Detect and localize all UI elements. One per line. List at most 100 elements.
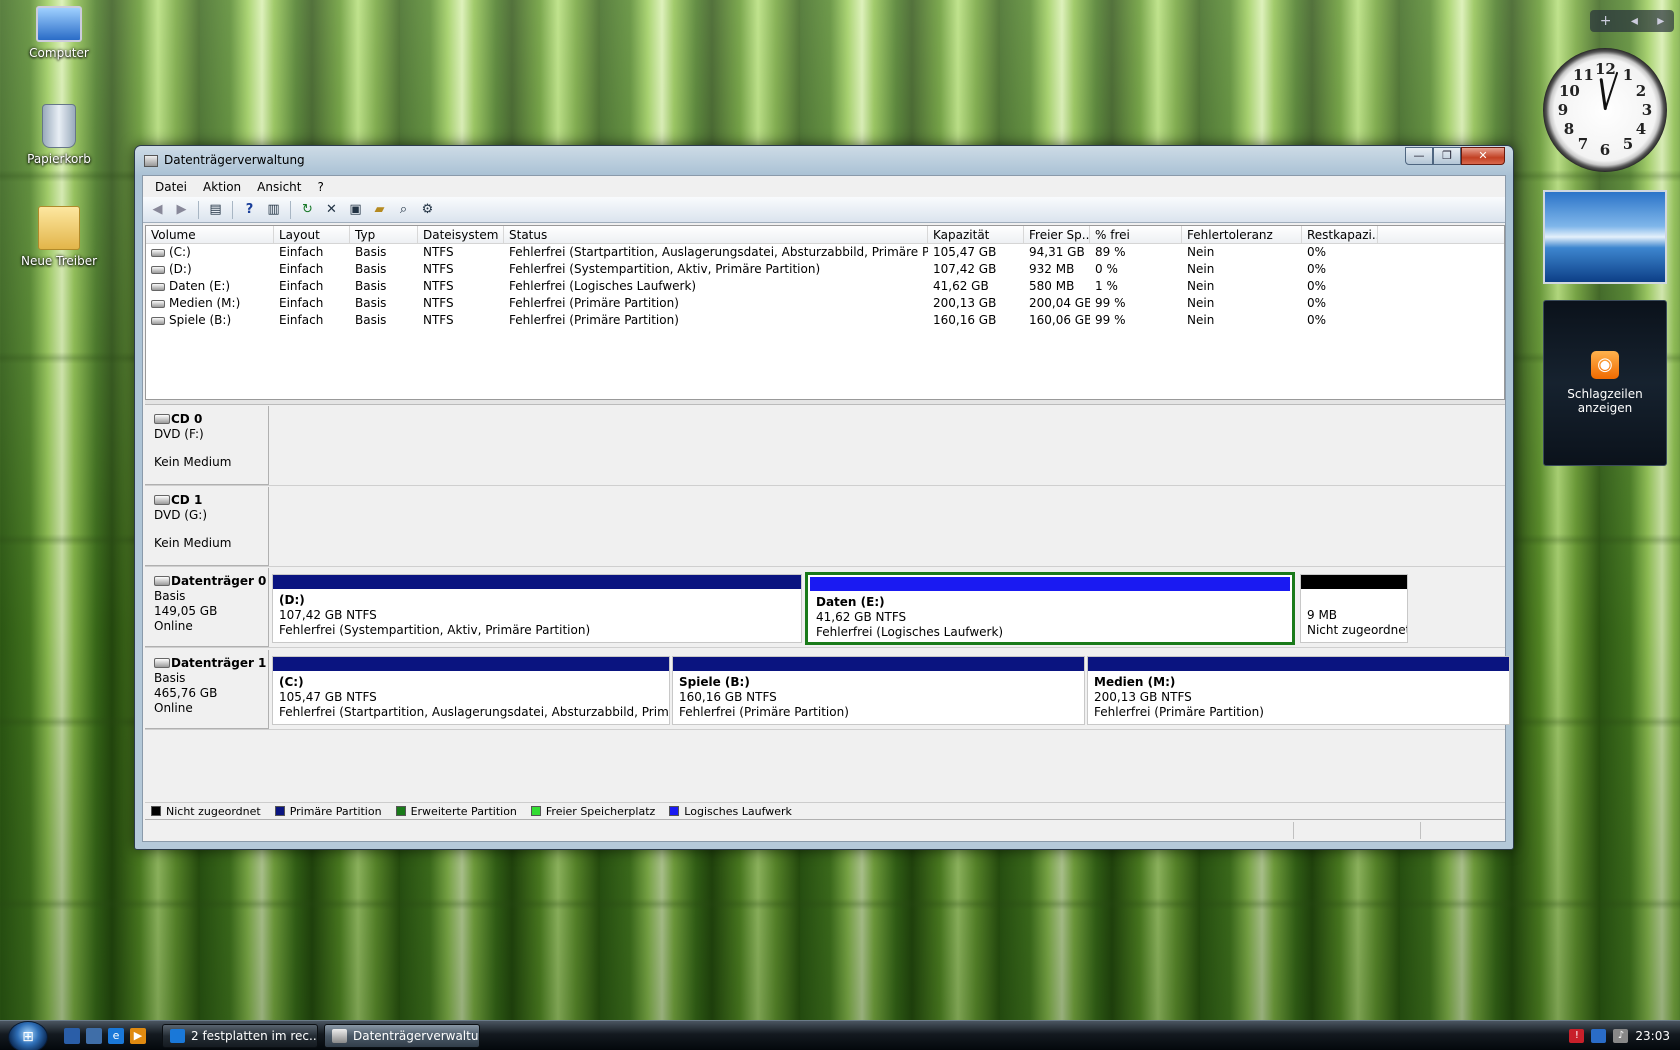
column-header-filesystem[interactable]: Dateisystem <box>418 226 504 243</box>
volume-name: (D:) <box>169 262 192 276</box>
disk-status: Kein Medium <box>154 536 232 550</box>
volume-icon[interactable]: ♪ <box>1613 1029 1629 1043</box>
minimize-button[interactable]: — <box>1405 147 1433 165</box>
disk-type: Basis <box>154 671 186 685</box>
start-button[interactable]: ⊞ <box>8 1021 48 1050</box>
drive-icon <box>151 317 165 325</box>
extended-partition[interactable]: Daten (E:) 41,62 GB NTFS Fehlerfrei (Log… <box>805 572 1295 645</box>
column-header-capacity[interactable]: Kapazität <box>928 226 1024 243</box>
disk-row-disk0[interactable]: Datenträger 0 Basis 149,05 GB Online (D:… <box>145 568 1505 648</box>
partition-size: 105,47 GB NTFS <box>279 690 377 704</box>
table-cell: 99 % <box>1095 296 1126 310</box>
disk-row-disk1[interactable]: Datenträger 1 Basis 465,76 GB Online (C:… <box>145 650 1510 730</box>
table-row[interactable]: Medien (M:) Einfach Basis NTFS Fehlerfre… <box>146 295 1504 312</box>
table-cell-volume: Spiele (B:) <box>146 312 274 329</box>
table-cell: 932 MB <box>1029 262 1075 276</box>
table-cell: 0% <box>1307 262 1327 276</box>
disk-row-cd0[interactable]: CD 0 DVD (F:) Kein Medium <box>145 406 1505 486</box>
feed-headlines-gadget[interactable]: ◉ Schlagzeilen anzeigen <box>1543 300 1667 466</box>
taskbar-button-disk-management[interactable]: Datenträgerverwaltu... <box>324 1024 480 1048</box>
slideshow-gadget[interactable] <box>1543 190 1667 284</box>
forward-arrow-icon[interactable]: ▶ <box>171 200 192 220</box>
sidebar-prev-button[interactable]: ◂ <box>1631 13 1638 29</box>
network-icon[interactable] <box>1591 1029 1607 1043</box>
unallocated-space[interactable]: 9 MB Nicht zugeordnet <box>1300 574 1408 643</box>
show-desktop-icon[interactable] <box>64 1028 80 1044</box>
menu-help[interactable]: ? <box>309 180 331 194</box>
disk-label[interactable]: CD 1 DVD (G:) Kein Medium <box>145 487 269 566</box>
close-button[interactable]: ✕ <box>1461 147 1505 165</box>
disk-label[interactable]: Datenträger 0 Basis 149,05 GB Online <box>145 568 269 647</box>
taskbar-button-browser[interactable]: 2 festplatten im rec... <box>162 1024 318 1048</box>
maximize-button[interactable]: ❐ <box>1433 147 1461 165</box>
disk-name: CD 1 <box>171 493 203 507</box>
disk-graphical-view: CD 0 DVD (F:) Kein Medium CD 1 DVD (G:) … <box>145 406 1510 798</box>
back-arrow-icon[interactable]: ◀ <box>147 200 168 220</box>
window-titlebar[interactable]: Datenträgerverwaltung — ❐ ✕ <box>135 146 1513 176</box>
switch-windows-icon[interactable] <box>86 1028 102 1044</box>
column-header-free-space[interactable]: Freier Sp... <box>1024 226 1090 243</box>
table-cell: NTFS <box>423 279 454 293</box>
delete-icon[interactable]: ✕ <box>321 200 342 220</box>
partition-m[interactable]: Medien (M:) 200,13 GB NTFS Fehlerfrei (P… <box>1087 656 1510 725</box>
clock-number: 9 <box>1557 101 1569 119</box>
media-player-icon[interactable]: ▶ <box>130 1028 146 1044</box>
clock-gadget[interactable]: 12 1 2 3 4 5 6 7 8 9 10 11 <box>1543 48 1667 172</box>
open-icon[interactable]: ▰ <box>369 200 390 220</box>
column-header-fault-tolerance[interactable]: Fehlertoleranz <box>1182 226 1302 243</box>
partition-e[interactable]: Daten (E:) 41,62 GB NTFS Fehlerfrei (Log… <box>810 577 1290 640</box>
column-header-type[interactable]: Typ <box>350 226 418 243</box>
menu-ansicht[interactable]: Ansicht <box>249 180 309 194</box>
table-row[interactable]: (C:) Einfach Basis NTFS Fehlerfrei (Star… <box>146 244 1504 261</box>
pane-splitter[interactable] <box>145 400 1505 405</box>
settings-icon[interactable]: ⚙ <box>417 200 438 220</box>
sidebar-next-button[interactable]: ▸ <box>1657 13 1664 29</box>
desktop-icon-computer[interactable]: Computer <box>14 6 104 60</box>
desktop-icon-recycle-bin[interactable]: Papierkorb <box>14 104 104 166</box>
table-cell: Basis <box>355 296 387 310</box>
table-row[interactable]: (D:) Einfach Basis NTFS Fehlerfrei (Syst… <box>146 261 1504 278</box>
table-row[interactable]: Spiele (B:) Einfach Basis NTFS Fehlerfre… <box>146 312 1504 329</box>
table-cell: Einfach <box>279 262 324 276</box>
column-header-layout[interactable]: Layout <box>274 226 350 243</box>
partition-status: Fehlerfrei (Primäre Partition) <box>1094 705 1264 719</box>
legend-swatch <box>395 806 406 816</box>
partition-status: Fehlerfrei (Logisches Laufwerk) <box>816 625 1004 639</box>
column-header-overhead[interactable]: Restkapazi... <box>1302 226 1378 243</box>
console-tree-icon[interactable]: ▤ <box>205 200 226 220</box>
disk-status: Kein Medium <box>154 455 232 469</box>
column-header-volume[interactable]: Volume <box>146 226 274 243</box>
drive-icon <box>151 266 165 274</box>
disk-label-spacer <box>154 523 268 536</box>
partition-name: Medien (M:) <box>1094 675 1176 689</box>
disk-row-cd1[interactable]: CD 1 DVD (G:) Kein Medium <box>145 487 1505 567</box>
disk-name: Datenträger 0 <box>171 574 267 588</box>
refresh-icon[interactable]: ↻ <box>297 200 318 220</box>
partition-bar-primary <box>1088 657 1509 671</box>
help-icon[interactable]: ? <box>239 200 260 220</box>
action-pane-icon[interactable]: ▥ <box>263 200 284 220</box>
desktop-icon-new-drivers[interactable]: Neue Treiber <box>14 206 104 268</box>
column-header-percent-free[interactable]: % frei <box>1090 226 1182 243</box>
menu-datei[interactable]: Datei <box>147 180 195 194</box>
partition-d[interactable]: (D:) 107,42 GB NTFS Fehlerfrei (Systempa… <box>272 574 802 643</box>
table-cell: 105,47 GB <box>933 245 997 259</box>
tray-clock[interactable]: 23:03 <box>1635 1029 1670 1043</box>
explore-icon[interactable]: ⌕ <box>393 200 414 220</box>
partition-b[interactable]: Spiele (B:) 160,16 GB NTFS Fehlerfrei (P… <box>672 656 1085 725</box>
security-alert-icon[interactable]: ! <box>1569 1029 1585 1043</box>
properties-icon[interactable]: ▣ <box>345 200 366 220</box>
partition-c[interactable]: (C:) 105,47 GB NTFS Fehlerfrei (Startpar… <box>272 656 670 725</box>
internet-explorer-icon[interactable]: e <box>108 1028 124 1044</box>
sidebar-controls: + ◂ ▸ <box>1590 10 1674 32</box>
disk-label[interactable]: Datenträger 1 Basis 465,76 GB Online <box>145 650 269 729</box>
menu-aktion[interactable]: Aktion <box>195 180 249 194</box>
table-cell-volume: Medien (M:) <box>146 295 274 312</box>
taskbar-button-label: Datenträgerverwaltu... <box>353 1029 480 1043</box>
table-cell-volume: (C:) <box>146 244 274 261</box>
add-gadget-button[interactable]: + <box>1600 13 1612 29</box>
table-row[interactable]: Daten (E:) Einfach Basis NTFS Fehlerfrei… <box>146 278 1504 295</box>
column-header-status[interactable]: Status <box>504 226 928 243</box>
disk-label[interactable]: CD 0 DVD (F:) Kein Medium <box>145 406 269 485</box>
partition-bar-logical <box>810 577 1290 591</box>
